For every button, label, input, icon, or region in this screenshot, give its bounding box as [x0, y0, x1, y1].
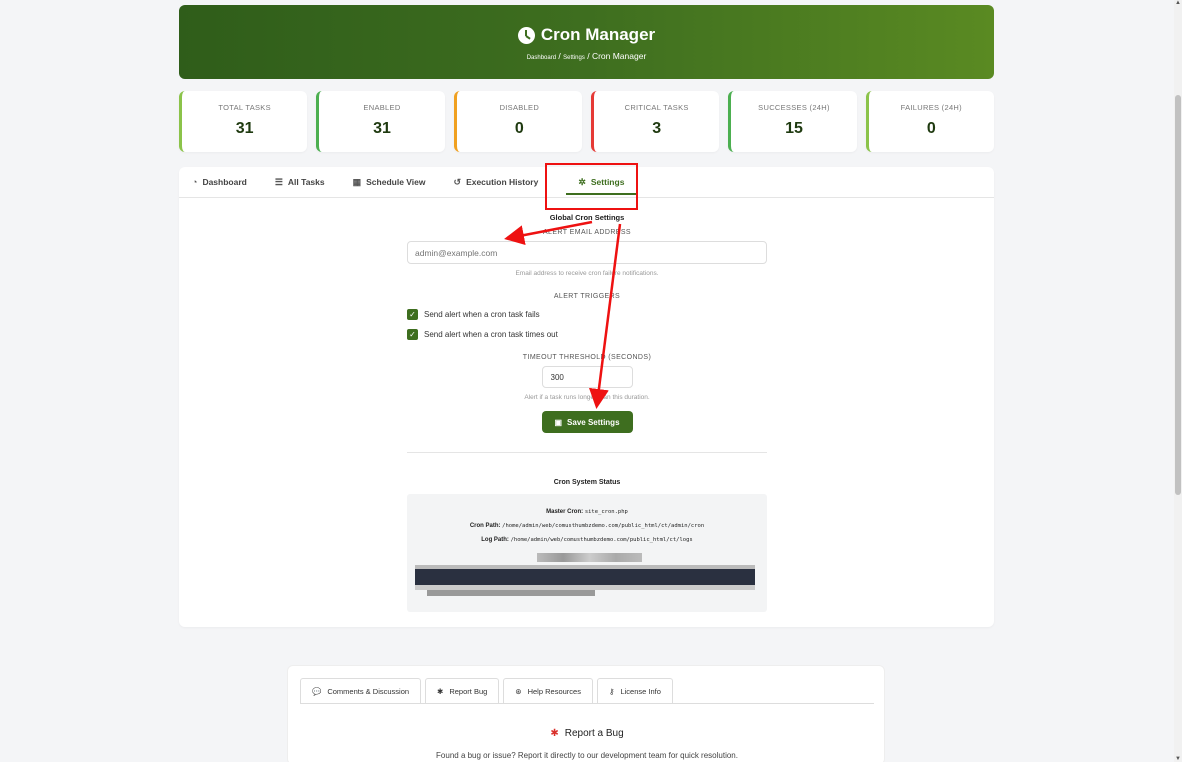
footer-body: ✱ Report a Bug Found a bug or issue? Rep…	[300, 716, 874, 760]
floppy-icon: ▣	[554, 417, 563, 427]
footer-tab-report-bug[interactable]: ✱ Report Bug	[425, 678, 500, 703]
timeout-label: TIMEOUT THRESHOLD (SECONDS)	[522, 354, 652, 361]
key-icon: ⚷	[608, 686, 615, 696]
form-title: Global Cron Settings	[549, 213, 625, 222]
footer-tab-license[interactable]: ⚷ License Info	[596, 678, 673, 703]
report-bug-description: Found a bug or issue? Report it directly…	[436, 751, 738, 760]
page-title: Cron Manager	[179, 25, 994, 45]
settings-form: Global Cron Settings ALERT EMAIL ADDRESS…	[407, 213, 767, 433]
breadcrumb: Dashboard / Settings / Cron Manager	[526, 51, 647, 61]
stats-row: TOTAL TASKS 31 ENABLED 31 DISABLED 0 CRI…	[179, 91, 994, 152]
checkmark-icon[interactable]: ✓	[407, 329, 418, 340]
clock-icon	[517, 26, 535, 44]
bug-icon: ✱	[437, 686, 444, 696]
alert-email-input[interactable]	[407, 241, 767, 264]
trigger-timeout-checkbox[interactable]: ✓ Send alert when a cron task times out	[407, 329, 767, 340]
stat-critical-tasks: CRITICAL TASKS 3	[590, 91, 720, 152]
footer-tab-bar: 💬 Comments & Discussion ✱ Report Bug ⊛ H…	[300, 678, 673, 703]
footer-panel: 💬 Comments & Discussion ✱ Report Bug ⊛ H…	[287, 665, 885, 762]
tab-all-tasks[interactable]: ☰ All Tasks	[275, 167, 325, 197]
tab-schedule-view[interactable]: ▦ Schedule View	[353, 167, 426, 197]
scroll-down-icon[interactable]: ▼	[1175, 756, 1181, 762]
trigger-fail-checkbox[interactable]: ✓ Send alert when a cron task fails	[407, 309, 767, 320]
checkmark-icon[interactable]: ✓	[407, 309, 418, 320]
footer-tab-comments[interactable]: 💬 Comments & Discussion	[300, 678, 422, 703]
redacted-block	[537, 553, 642, 562]
email-hint: Email address to receive cron failure no…	[515, 270, 659, 277]
stat-disabled: DISABLED 0	[453, 91, 582, 152]
timeout-input[interactable]	[541, 366, 633, 388]
status-title: Cron System Status	[553, 479, 621, 486]
triggers-label: ALERT TRIGGERS	[553, 293, 621, 300]
redacted-block	[415, 569, 755, 585]
log-path-row: Log Path: /home/admin/web/comusthumbzdem…	[481, 537, 693, 543]
gear-icon: ✲	[578, 176, 586, 187]
stat-successes: SUCCESSES (24H) 15	[728, 91, 857, 152]
section-divider	[407, 452, 767, 453]
tab-execution-history[interactable]: ↺ Execution History	[454, 167, 539, 197]
master-cron-row: Master Cron: site_cron.php	[546, 509, 628, 515]
report-bug-title: ✱ Report a Bug	[550, 728, 624, 739]
breadcrumb-dashboard[interactable]: Dashboard	[527, 55, 556, 61]
history-icon: ↺	[453, 176, 462, 187]
scrollbar-thumb[interactable]	[1175, 95, 1181, 495]
email-label: ALERT EMAIL ADDRESS	[542, 229, 631, 236]
dashboard-icon: ◔	[192, 177, 198, 187]
calendar-icon: ▦	[352, 176, 362, 187]
save-settings-button[interactable]: ▣ Save Settings	[541, 411, 633, 433]
footer-tab-divider	[300, 703, 874, 704]
cron-path-row: Cron Path: /home/admin/web/comusthumbzde…	[469, 523, 705, 529]
comments-icon: 💬	[312, 686, 322, 696]
bug-icon: ✱	[550, 728, 559, 739]
page-scrollbar[interactable]: ▲ ▼	[1174, 0, 1182, 762]
stat-failures: FAILURES (24H) 0	[865, 91, 994, 152]
timeout-hint: Alert if a task runs longer than this du…	[524, 394, 650, 401]
status-box: Master Cron: site_cron.php Cron Path: /h…	[407, 494, 767, 612]
scroll-up-icon[interactable]: ▲	[1175, 0, 1181, 6]
redacted-block	[427, 590, 595, 596]
list-icon: ☰	[274, 176, 283, 187]
tab-bar: ◔ Dashboard ☰ All Tasks ▦ Schedule View …	[179, 167, 994, 198]
stat-total-tasks: TOTAL TASKS 31	[179, 91, 308, 152]
help-icon: ⊛	[515, 686, 522, 696]
footer-tab-help[interactable]: ⊛ Help Resources	[503, 678, 593, 703]
main-panel: ◔ Dashboard ☰ All Tasks ▦ Schedule View …	[179, 167, 994, 627]
tab-settings[interactable]: ✲ Settings	[566, 167, 637, 197]
stat-enabled: ENABLED 31	[316, 91, 445, 152]
breadcrumb-settings[interactable]: Settings	[563, 55, 585, 61]
page-header: Cron Manager Dashboard / Settings / Cron…	[179, 5, 994, 79]
breadcrumb-current: Cron Manager	[591, 51, 647, 61]
tab-dashboard[interactable]: ◔ Dashboard	[192, 167, 247, 197]
